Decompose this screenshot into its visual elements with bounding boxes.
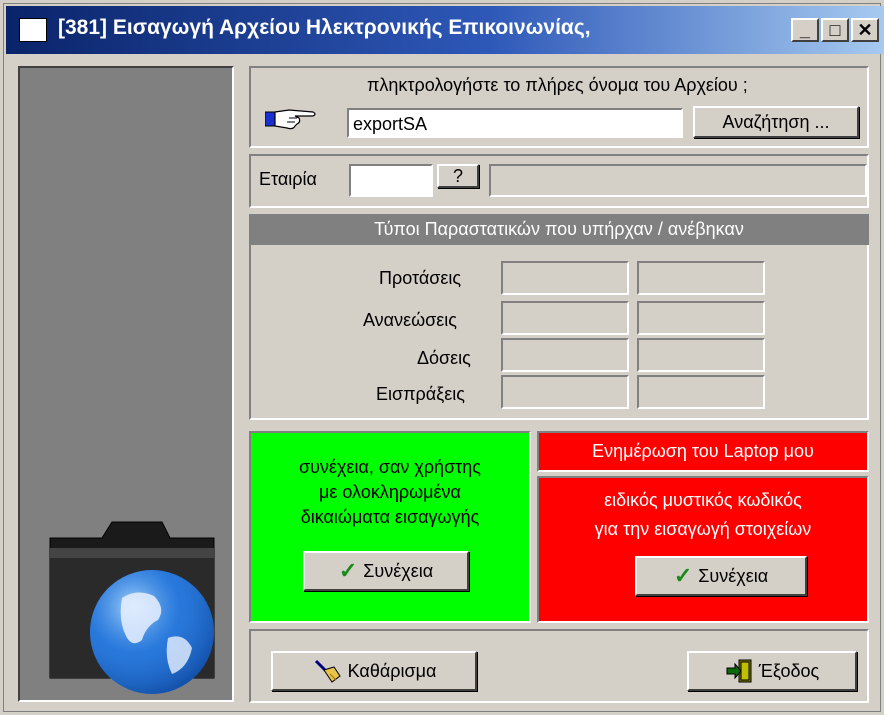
company-label: Εταιρία: [259, 169, 317, 189]
clear-button[interactable]: Καθάρισμα: [271, 651, 477, 691]
company-lookup-button[interactable]: ?: [437, 164, 479, 188]
laptop-text-2: για την εισαγωγή στοιχείων: [594, 519, 812, 539]
doc-row-label: Ανανεώσεις: [363, 310, 457, 330]
doc-existed-field: [501, 375, 629, 409]
side-image-pane: [18, 66, 234, 702]
doc-existed-field: [501, 261, 629, 295]
exit-label: Έξοδος: [758, 660, 820, 681]
doc-existed-field: [501, 301, 629, 335]
full-rights-text-1: συνέχεια, σαν χρήστης: [299, 457, 481, 477]
doc-uploaded-field: [637, 301, 765, 335]
file-name-input[interactable]: exportSA: [347, 108, 683, 138]
file-panel: πληκτρολογήστε το πλήρες όνομα του Αρχεί…: [249, 66, 869, 148]
footer-panel: Καθάρισμα Έξοδος: [249, 629, 869, 703]
checkmark-icon: ✓: [338, 558, 358, 583]
full-rights-panel: συνέχεια, σαν χρήστης με ολοκληρωμένα δι…: [249, 431, 531, 623]
continue-full-rights-button[interactable]: ✓ Συνέχεια: [303, 551, 469, 591]
full-rights-text-2: με ολοκληρωμένα: [319, 482, 461, 502]
continue-laptop-button[interactable]: ✓ Συνέχεια: [635, 556, 807, 596]
app-icon: [19, 18, 47, 42]
laptop-update-header: Ενημέρωση του Laptop μου: [537, 431, 869, 472]
file-name-value: exportSA: [353, 114, 428, 134]
doc-types-header: Τύποι Παραστατικών που υπήρχαν / ανέβηκα…: [249, 214, 869, 245]
minimize-button[interactable]: _: [791, 18, 819, 42]
doc-uploaded-field: [637, 375, 765, 409]
checkmark-icon: ✓: [673, 563, 693, 588]
close-button[interactable]: ✕: [851, 18, 879, 42]
app-window: [381] Εισαγωγή Αρχείου Ηλεκτρονικής Επικ…: [0, 0, 884, 715]
browse-button[interactable]: Αναζήτηση ...: [693, 106, 859, 138]
maximize-button[interactable]: □: [821, 18, 849, 42]
doc-row-label: Προτάσεις: [379, 268, 462, 288]
company-code-input[interactable]: [349, 164, 433, 197]
continue-label: Συνέχεια: [363, 560, 434, 581]
doc-row-label: Εισπράξεις: [376, 384, 465, 404]
full-rights-text-3: δικαιώματα εισαγωγής: [300, 507, 480, 527]
company-name-field: [489, 164, 867, 197]
exit-button[interactable]: Έξοδος: [687, 651, 857, 691]
window-title: [381] Εισαγωγή Αρχείου Ηλεκτρονικής Επικ…: [58, 16, 591, 39]
broom-icon: [314, 659, 341, 683]
clear-label: Καθάρισμα: [347, 660, 437, 681]
continue-label: Συνέχεια: [698, 565, 769, 586]
globe-folder-icon: [49, 521, 215, 694]
exit-door-icon: [726, 659, 752, 683]
doc-uploaded-field: [637, 261, 765, 295]
company-panel: Εταιρία ?: [249, 154, 869, 208]
laptop-text-1: ειδικός μυστικός κωδικός: [604, 490, 802, 510]
pointing-hand-icon: [265, 109, 316, 130]
title-bar[interactable]: [381] Εισαγωγή Αρχείου Ηλεκτρονικής Επικ…: [6, 6, 884, 54]
doc-uploaded-field: [637, 338, 765, 372]
doc-row-label: Δόσεις: [417, 348, 471, 368]
file-prompt-label: πληκτρολογήστε το πλήρες όνομα του Αρχεί…: [367, 75, 748, 95]
doc-existed-field: [501, 338, 629, 372]
laptop-update-panel: ειδικός μυστικός κωδικός για την εισαγωγ…: [537, 476, 869, 623]
